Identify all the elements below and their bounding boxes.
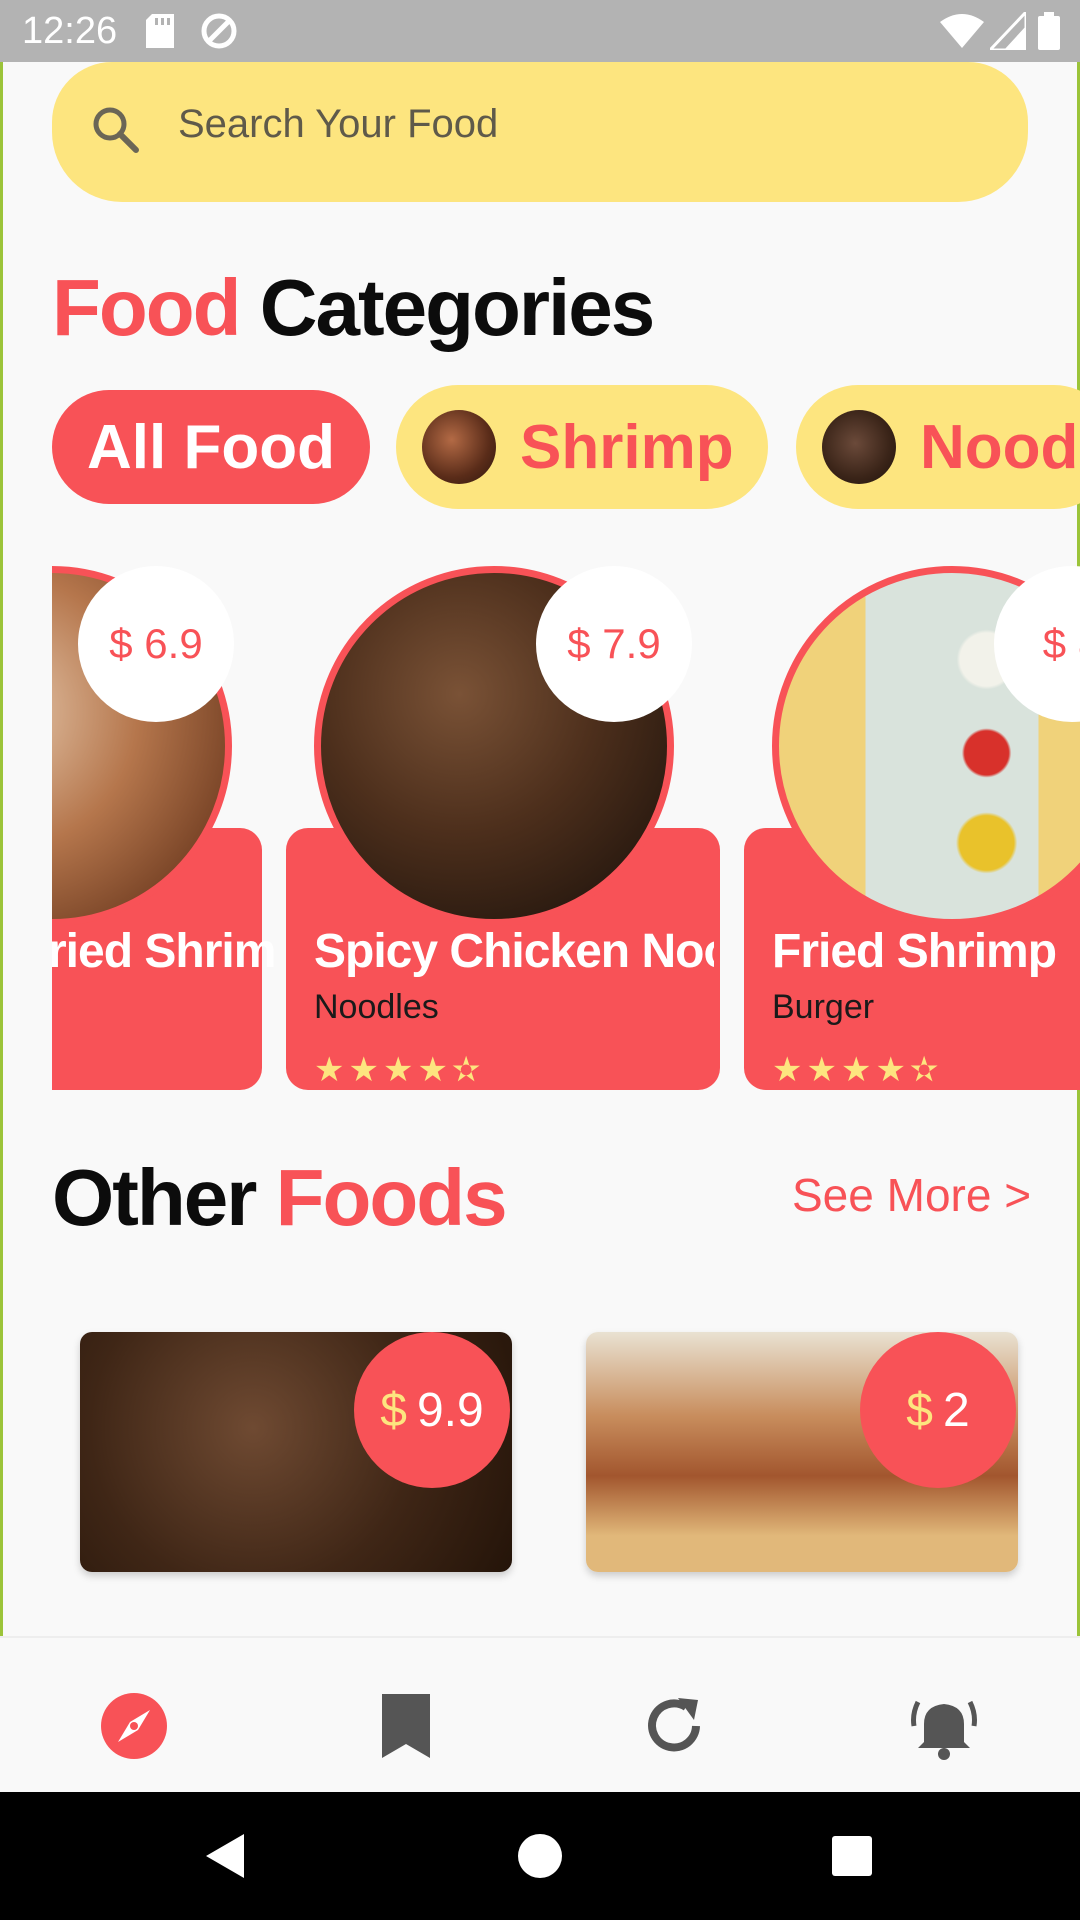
- other-food-price: $ 2: [860, 1332, 1016, 1488]
- category-chip-all-food[interactable]: All Food: [52, 390, 370, 504]
- bookmark-icon[interactable]: [372, 1692, 440, 1760]
- app-screen: 12:26 Search Your Food Food Categories A…: [0, 0, 1080, 1792]
- sync-icon: [201, 13, 237, 49]
- home-icon[interactable]: [514, 1830, 566, 1882]
- food-card-price: $ 6.9: [78, 566, 234, 722]
- category-chip-label: Noodl: [920, 412, 1080, 482]
- search-placeholder: Search Your Food: [178, 102, 499, 146]
- food-cards-carousel[interactable]: $ 6.9 ried Shrim $ 7.9 Spicy Chicken Noo…: [52, 560, 1080, 1100]
- categories-heading: Food Categories: [52, 262, 655, 354]
- category-chip-label: Shrimp: [520, 412, 734, 482]
- shrimp-thumbnail: [422, 410, 496, 484]
- back-icon[interactable]: [200, 1830, 252, 1882]
- category-chip-label: All Food: [87, 412, 335, 482]
- categories-heading-accent: Food: [52, 263, 241, 352]
- noodles-thumbnail: [822, 410, 896, 484]
- system-navigation-bar: [0, 1792, 1080, 1920]
- search-icon: [93, 107, 139, 153]
- sd-card-icon: [146, 14, 174, 48]
- battery-icon: [1038, 12, 1060, 50]
- categories-heading-main: Categories: [259, 263, 655, 352]
- other-food-price: $ 9.9: [354, 1332, 510, 1488]
- food-card-price: $ 7.9: [536, 566, 692, 722]
- signal-icon: [990, 12, 1026, 50]
- rating-stars: ★★★★✫: [314, 1051, 485, 1089]
- search-bar[interactable]: Search Your Food: [52, 62, 1028, 202]
- see-more-link[interactable]: See More >: [792, 1168, 1031, 1222]
- bell-icon[interactable]: [910, 1692, 978, 1760]
- other-foods-heading: Other Foods: [52, 1152, 508, 1244]
- food-card-title: Fried Shrimp: [772, 925, 1057, 978]
- bottom-navigation: [0, 1636, 1080, 1792]
- currency-symbol: $: [380, 1383, 407, 1437]
- food-card-title: Spicy Chicken Nooc: [314, 925, 714, 978]
- currency-symbol: $: [906, 1383, 933, 1437]
- food-card-subtitle: Noodles: [314, 988, 439, 1026]
- recents-icon[interactable]: [826, 1830, 878, 1882]
- price-value: 9.9: [416, 1383, 484, 1437]
- category-chip-noodles[interactable]: Noodl: [796, 385, 1080, 509]
- category-chip-shrimp[interactable]: Shrimp: [396, 385, 768, 509]
- food-card-subtitle: Burger: [772, 988, 875, 1026]
- status-time: 12:26: [22, 10, 118, 52]
- other-heading-accent: Foods: [275, 1153, 508, 1242]
- wifi-icon: [940, 14, 984, 48]
- status-bar: 12:26: [0, 0, 1080, 62]
- compass-icon[interactable]: [100, 1692, 168, 1760]
- food-card-title: ried Shrim: [52, 925, 276, 978]
- rating-stars: ★★★★✫: [772, 1051, 943, 1089]
- other-heading-main: Other: [52, 1153, 257, 1242]
- price-value: 2: [943, 1383, 970, 1437]
- refresh-icon[interactable]: [640, 1692, 708, 1760]
